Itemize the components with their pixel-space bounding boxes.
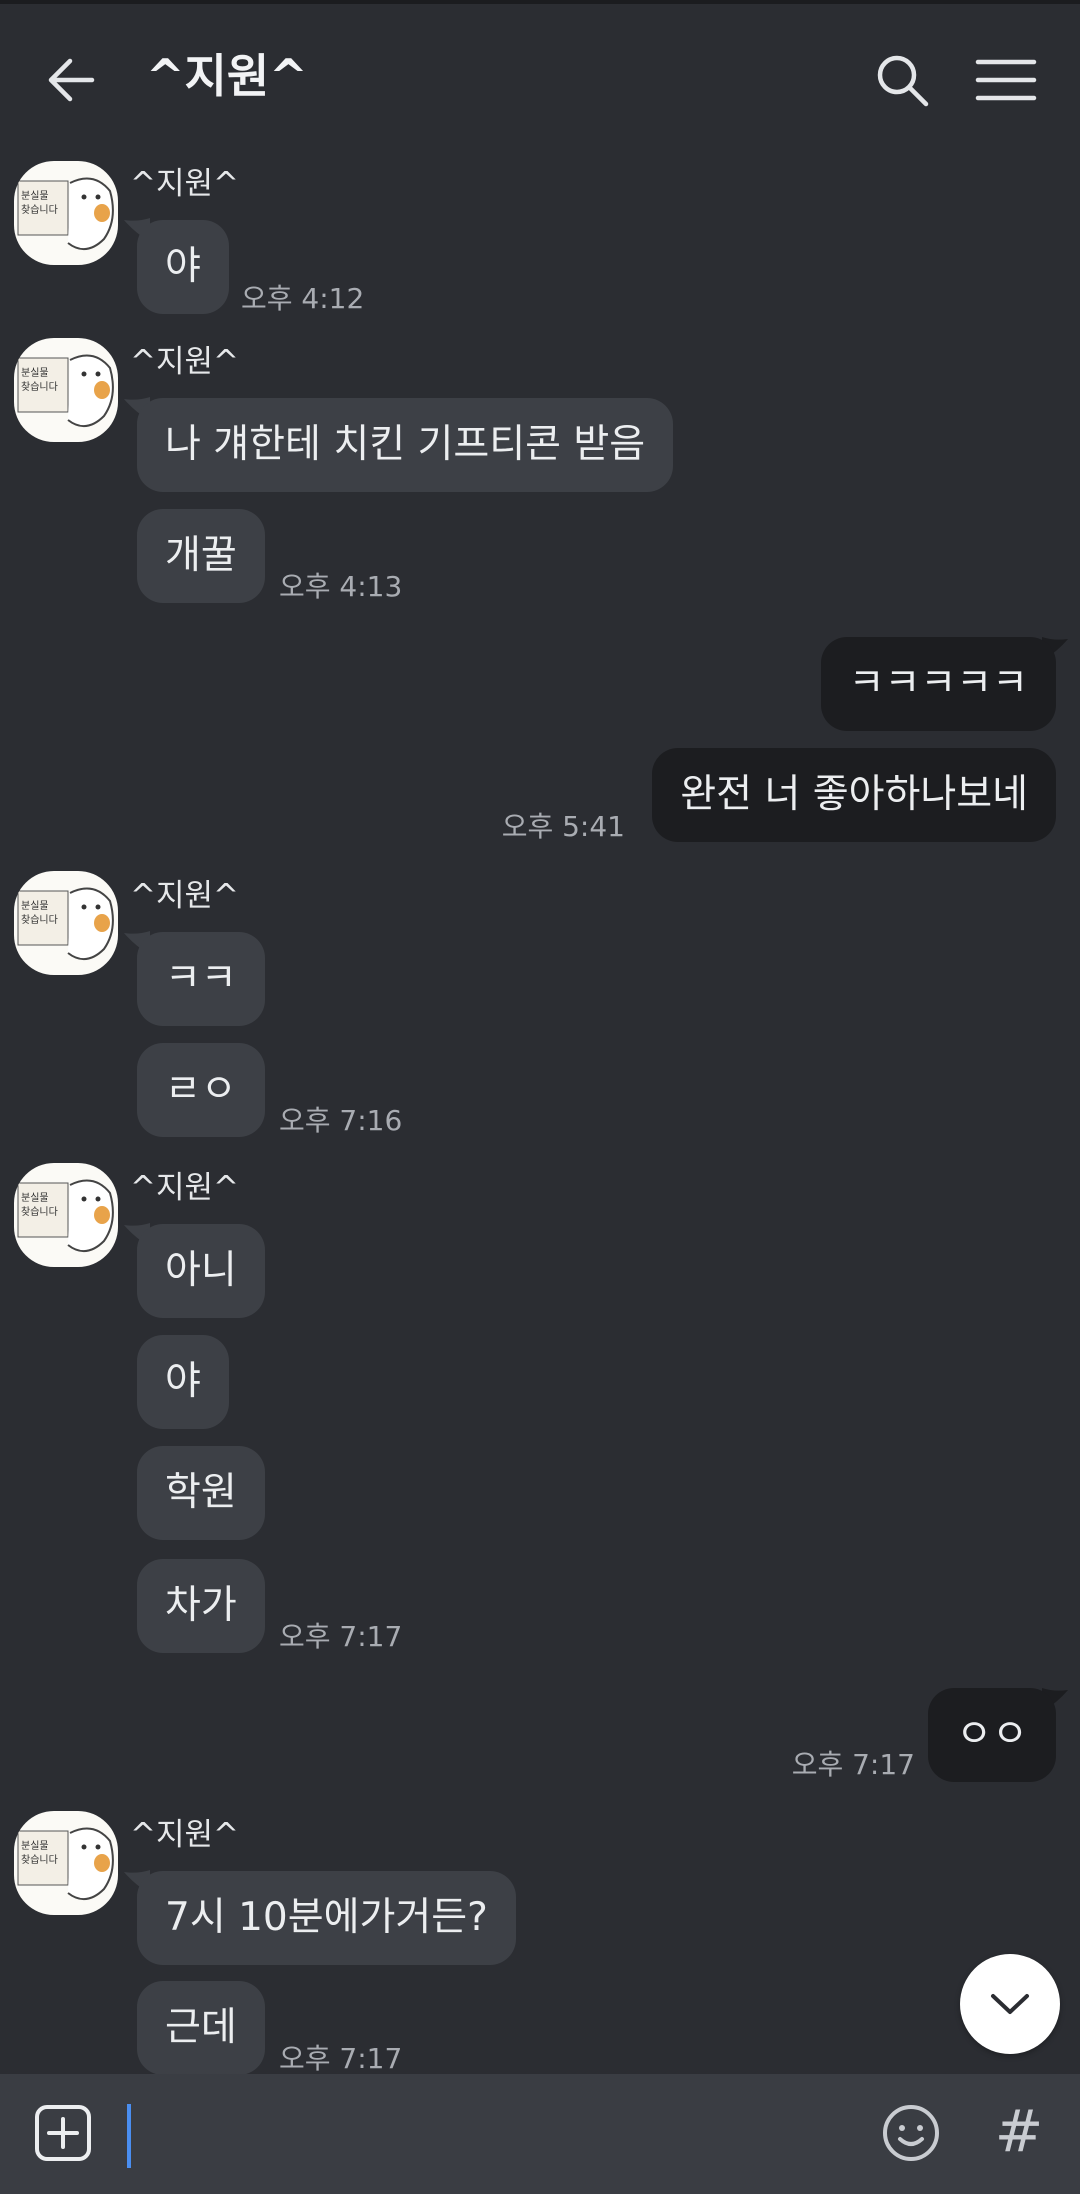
svg-text:분실물: 분실물 [21, 900, 49, 912]
incoming-message[interactable]: ㅋㅋ [137, 932, 265, 1026]
message-time: 오후 7:17 [279, 1620, 403, 1653]
incoming-message[interactable]: ㄹㅇ [137, 1043, 265, 1137]
sender-name: ^지원^ [130, 166, 239, 202]
emoji-button[interactable] [880, 2102, 942, 2164]
sender-name: ^지원^ [130, 1817, 239, 1853]
message-time: 오후 7:17 [791, 1748, 915, 1781]
svg-text:분실물: 분실물 [21, 1192, 49, 1204]
avatar[interactable]: 분실물 찾습니다 [14, 161, 118, 265]
svg-text:분실물: 분실물 [21, 1840, 49, 1852]
incoming-message[interactable]: 차가 [137, 1559, 265, 1653]
avatar-image: 분실물 찾습니다 [17, 166, 118, 250]
hashtag-button[interactable]: # [992, 2096, 1046, 2166]
smiley-icon [883, 2105, 939, 2161]
sender-name: ^지원^ [130, 1170, 239, 1206]
scroll-to-bottom-button[interactable] [960, 1954, 1060, 2054]
incoming-message[interactable]: 아니 [137, 1224, 265, 1318]
message-time: 오후 7:16 [279, 1104, 403, 1137]
avatar-image: 분실물 찾습니다 [17, 1168, 118, 1252]
chevron-down-icon [991, 1994, 1029, 2014]
svg-text:찾습니다: 찾습니다 [21, 204, 58, 216]
message-time: 오후 5:41 [501, 810, 625, 843]
menu-button[interactable] [972, 48, 1040, 112]
outgoing-message[interactable]: 완전 너 좋아하나보네 [652, 748, 1056, 842]
outgoing-message[interactable]: ㅇㅇ [928, 1688, 1056, 1782]
avatar[interactable]: 분실물 찾습니다 [14, 1163, 118, 1267]
svg-text:분실물: 분실물 [21, 190, 49, 202]
back-button[interactable] [42, 50, 106, 110]
sender-name: ^지원^ [130, 878, 239, 914]
svg-text:찾습니다: 찾습니다 [21, 914, 58, 926]
hamburger-menu-icon [975, 59, 1037, 101]
avatar[interactable]: 분실물 찾습니다 [14, 338, 118, 442]
chat-title: ^지원^ [146, 49, 308, 103]
incoming-message[interactable]: 7시 10분에가거든? [137, 1871, 516, 1965]
incoming-message[interactable]: 야 [137, 220, 229, 314]
svg-text:찾습니다: 찾습니다 [21, 381, 58, 393]
incoming-message[interactable]: 학원 [137, 1446, 265, 1540]
incoming-message[interactable]: 근데 [137, 1981, 265, 2075]
arrow-left-icon [48, 58, 95, 102]
avatar[interactable]: 분실물 찾습니다 [14, 1811, 118, 1915]
message-input-bar: # [0, 2074, 1080, 2194]
avatar-image: 분실물 찾습니다 [17, 343, 118, 427]
incoming-message[interactable]: 야 [137, 1335, 229, 1429]
search-icon [877, 55, 929, 107]
incoming-message[interactable]: 나 걔한테 치킨 기프티콘 받음 [137, 398, 674, 492]
avatar-image: 분실물 찾습니다 [17, 876, 118, 960]
sender-name: ^지원^ [130, 344, 239, 380]
attach-button[interactable] [34, 2104, 92, 2162]
chat-header: ^지원^ [0, 4, 1080, 144]
svg-text:분실물: 분실물 [21, 367, 49, 379]
outgoing-message[interactable]: ㅋㅋㅋㅋㅋ [820, 637, 1056, 731]
incoming-message[interactable]: 개꿀 [137, 509, 265, 603]
message-time: 오후 7:17 [279, 2042, 403, 2075]
plus-square-icon [35, 2105, 91, 2161]
svg-text:찾습니다: 찾습니다 [21, 1206, 58, 1218]
svg-text:찾습니다: 찾습니다 [21, 1854, 58, 1866]
message-time: 오후 4:13 [279, 570, 403, 603]
message-time: 오후 4:12 [241, 282, 365, 315]
message-input-field[interactable] [127, 2104, 131, 2168]
avatar[interactable]: 분실물 찾습니다 [14, 871, 118, 975]
search-button[interactable] [870, 48, 934, 112]
avatar-image: 분실물 찾습니다 [17, 1816, 118, 1900]
